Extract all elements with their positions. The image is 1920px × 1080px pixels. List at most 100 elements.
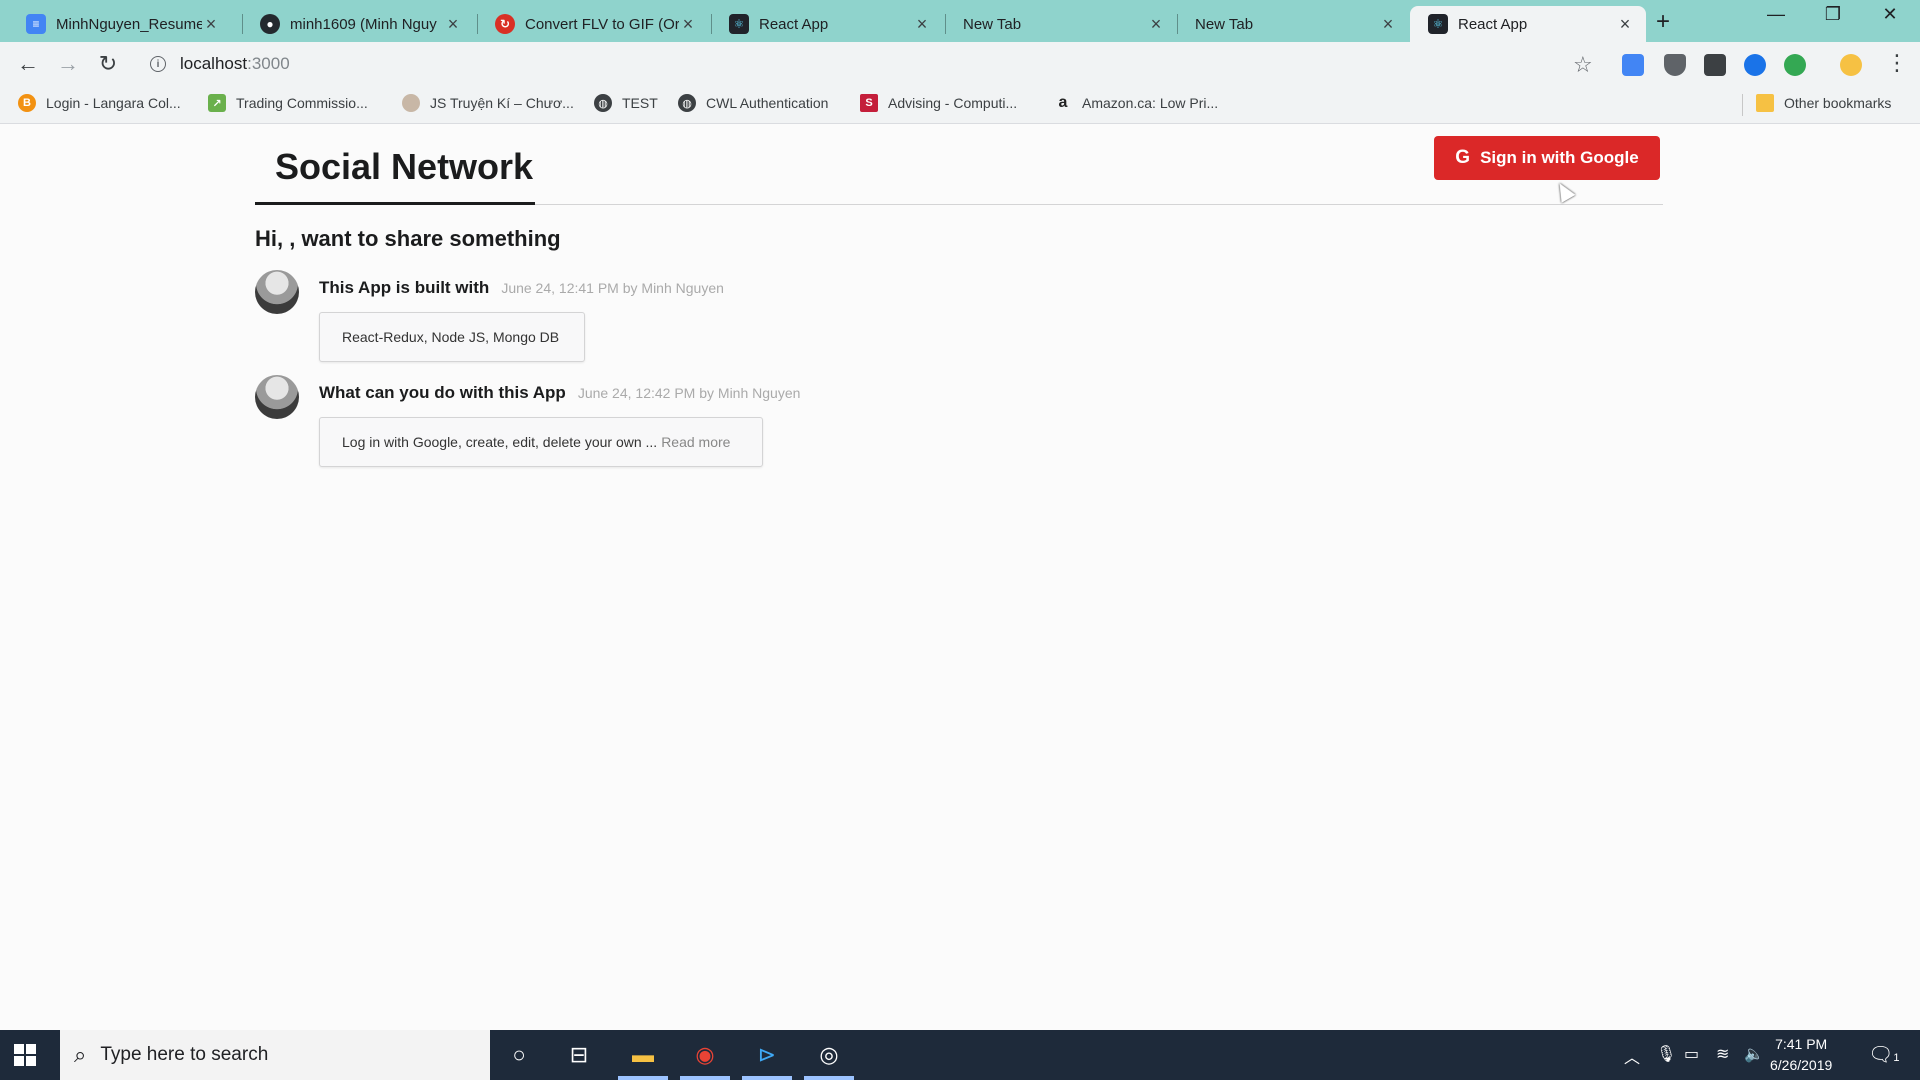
url-port: :3000 xyxy=(247,54,290,73)
close-icon[interactable]: × xyxy=(1147,14,1165,35)
tab-6-active[interactable]: ⚛ React App × xyxy=(1410,6,1646,42)
sfu-icon: S xyxy=(860,94,878,112)
bookmark-label: TEST xyxy=(622,95,658,111)
taskbar-search-box[interactable]: ⌕ Type here to search xyxy=(60,1030,490,1080)
address-bar[interactable]: i localhost:3000 xyxy=(140,48,1600,80)
forward-icon[interactable]: → xyxy=(54,50,82,78)
post-header: This App is built with June 24, 12:41 PM… xyxy=(319,278,724,298)
tab-4[interactable]: New Tab × xyxy=(945,6,1177,42)
tab-3[interactable]: ⚛ React App × xyxy=(711,6,943,42)
post-meta: June 24, 12:41 PM by Minh Nguyen xyxy=(501,280,724,296)
tab-title: MinhNguyen_Resume xyxy=(56,15,202,33)
tab-title: React App xyxy=(759,15,829,33)
chrome-icon[interactable]: ◉ xyxy=(688,1038,722,1072)
task-view-icon[interactable]: ⊟ xyxy=(562,1038,596,1072)
bookmark-label: Login - Langara Col... xyxy=(46,95,181,111)
convert-icon: ↻ xyxy=(495,14,515,34)
wifi-icon[interactable]: ≋ xyxy=(1716,1044,1729,1064)
close-icon[interactable]: × xyxy=(679,14,697,35)
bookmark-item[interactable]: B Login - Langara Col... xyxy=(18,94,181,112)
reload-icon[interactable]: ↻ xyxy=(94,50,122,78)
google-icon: G xyxy=(1455,147,1471,168)
bookmark-label: Amazon.ca: Low Pri... xyxy=(1082,95,1219,111)
browser-toolbar: ← → ↻ i localhost:3000 ☆ ⋮ xyxy=(0,42,1920,86)
notification-count: 1 xyxy=(1893,1052,1900,1064)
info-icon[interactable]: i xyxy=(150,56,166,72)
shield-extension-icon[interactable] xyxy=(1664,54,1686,76)
bookmarks-bar: B Login - Langara Col... ↗ Trading Commi… xyxy=(0,86,1920,124)
post-meta: June 24, 12:42 PM by Minh Nguyen xyxy=(577,385,801,401)
translate-extension-icon[interactable] xyxy=(1622,54,1644,76)
trading-icon: ↗ xyxy=(208,94,226,112)
running-indicator xyxy=(680,1076,730,1080)
bookmark-label: Advising - Computi... xyxy=(888,95,1018,111)
close-window-icon[interactable]: ✕ xyxy=(1870,4,1910,25)
bookmark-item[interactable]: S Advising - Computi... xyxy=(860,94,1017,112)
tab-title: minh1609 (Minh Nguy xyxy=(290,15,437,33)
tab-0[interactable]: ≡ MinhNguyen_Resume × xyxy=(8,6,232,42)
bookmark-item[interactable]: JS Truyện Kí – Chươ... xyxy=(402,94,574,112)
post-content: Log in with Google, create, edit, delete… xyxy=(319,417,763,467)
greeting-heading: Hi, , want to share something xyxy=(255,226,561,251)
avatar xyxy=(255,270,299,314)
post-content: React-Redux, Node JS, Mongo DB xyxy=(319,312,585,362)
post-title[interactable]: What can you do with this App xyxy=(319,383,566,403)
close-icon[interactable]: × xyxy=(1379,14,1397,35)
post-title[interactable]: This App is built with xyxy=(319,278,489,298)
close-icon[interactable]: × xyxy=(202,14,220,35)
bookmark-item[interactable]: ◍ TEST xyxy=(594,94,658,112)
obs-icon[interactable]: ◎ xyxy=(812,1038,846,1072)
notification-center-icon[interactable]: 🗨1 xyxy=(1868,1042,1900,1067)
close-icon[interactable]: × xyxy=(913,14,931,35)
new-tab-button[interactable]: + xyxy=(1656,8,1670,36)
react-icon: ⚛ xyxy=(1428,14,1448,34)
vscode-icon[interactable]: ⊳ xyxy=(750,1038,784,1072)
sign-in-label: Sign in with Google xyxy=(1480,148,1639,167)
running-indicator xyxy=(618,1076,668,1080)
url-text: localhost:3000 xyxy=(180,54,290,74)
profile-avatar-icon[interactable] xyxy=(1840,54,1862,76)
bookmark-star-icon[interactable]: ☆ xyxy=(1573,52,1593,78)
running-indicator xyxy=(804,1076,854,1080)
cortana-icon[interactable]: ○ xyxy=(502,1038,536,1072)
windows-start-icon[interactable] xyxy=(14,1044,36,1066)
brand-title[interactable]: Social Network xyxy=(275,146,533,188)
volume-icon[interactable]: 🔈 xyxy=(1744,1044,1764,1064)
globe-extension-icon[interactable] xyxy=(1784,54,1806,76)
tab-2[interactable]: ↻ Convert FLV to GIF (Or × xyxy=(477,6,709,42)
docs-icon: ≡ xyxy=(26,14,46,34)
tab-5[interactable]: New Tab × xyxy=(1177,6,1409,42)
close-icon[interactable]: × xyxy=(444,14,462,35)
bookmark-label: CWL Authentication xyxy=(706,95,829,111)
clock-time: 7:41 PM xyxy=(1775,1036,1828,1052)
microphone-icon[interactable]: 🎙 xyxy=(1656,1044,1676,1064)
tab-title: New Tab xyxy=(963,15,1022,33)
battery-icon[interactable]: ▭ xyxy=(1684,1044,1699,1064)
ghostery-extension-icon[interactable] xyxy=(1704,54,1726,76)
github-icon: ● xyxy=(260,14,280,34)
read-more-link[interactable]: Read more xyxy=(661,434,730,450)
bookmark-item[interactable]: ◍ CWL Authentication xyxy=(678,94,828,112)
running-indicator xyxy=(742,1076,792,1080)
post-content-text: React-Redux, Node JS, Mongo DB xyxy=(342,329,560,345)
show-hidden-icons-icon[interactable]: ︿ xyxy=(1624,1044,1640,1068)
close-icon[interactable]: × xyxy=(1616,14,1634,35)
file-explorer-icon[interactable]: ▬ xyxy=(626,1038,660,1072)
other-bookmarks[interactable]: Other bookmarks xyxy=(1756,94,1891,112)
chat-extension-icon[interactable] xyxy=(1744,54,1766,76)
menu-kebab-icon[interactable]: ⋮ xyxy=(1886,50,1908,76)
langara-icon: B xyxy=(18,94,36,112)
search-icon: ⌕ xyxy=(74,1042,87,1067)
tab-1[interactable]: ● minh1609 (Minh Nguy × xyxy=(242,6,474,42)
clock-date: 6/26/2019 xyxy=(1770,1057,1833,1073)
app-header: Social Network G Sign in with Google xyxy=(255,126,1663,206)
minimize-icon[interactable]: — xyxy=(1756,4,1796,25)
sign-in-google-button[interactable]: G Sign in with Google xyxy=(1434,136,1660,180)
bookmark-item[interactable]: ↗ Trading Commissio... xyxy=(208,94,368,112)
back-icon[interactable]: ← xyxy=(14,50,42,78)
post-header: What can you do with this App June 24, 1… xyxy=(319,383,800,403)
taskbar-clock[interactable]: 7:41 PM 6/26/2019 xyxy=(1770,1034,1832,1076)
globe-icon: ◍ xyxy=(594,94,612,112)
bookmark-item[interactable]: a Amazon.ca: Low Pri... xyxy=(1054,94,1219,112)
restore-icon[interactable]: ❐ xyxy=(1813,4,1853,25)
